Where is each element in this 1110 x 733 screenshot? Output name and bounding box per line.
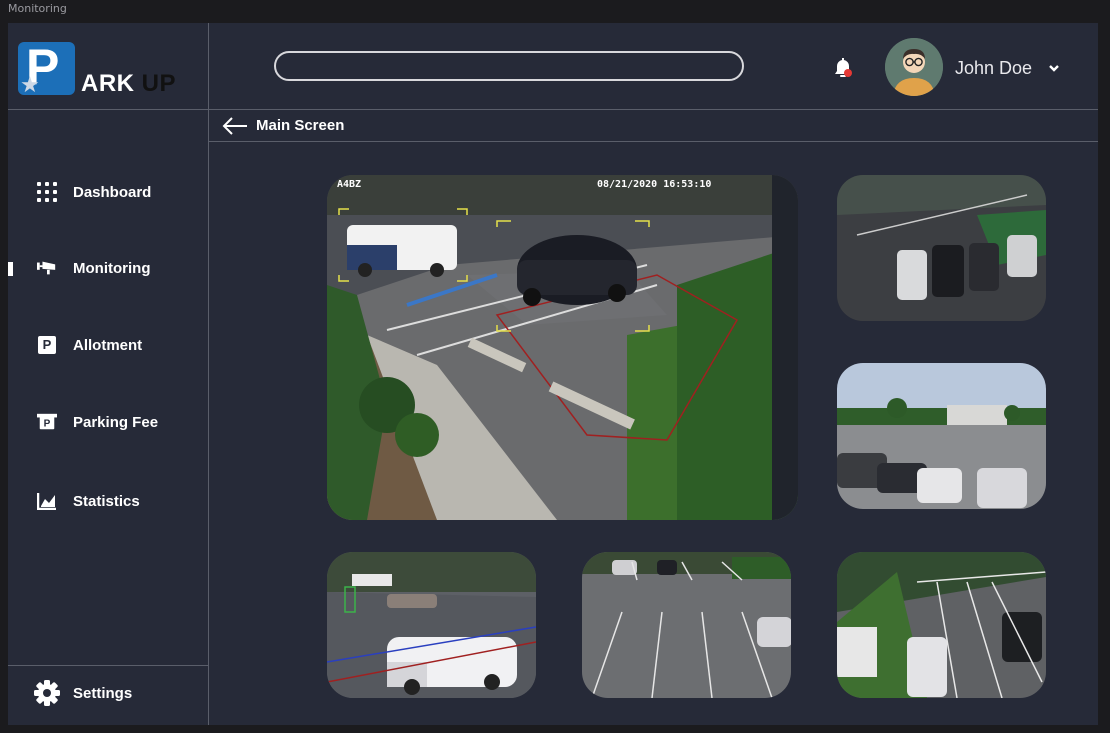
sidebar-item-statistics[interactable]: Statistics bbox=[8, 481, 208, 521]
chart-icon bbox=[37, 491, 57, 511]
sidebar-item-settings[interactable]: Settings bbox=[8, 673, 208, 713]
breadcrumb-label[interactable]: Main Screen bbox=[256, 117, 344, 134]
main-camera-feed[interactable]: A4BZ 08/21/2020 16:53:10 bbox=[327, 175, 798, 520]
notification-bell-icon[interactable] bbox=[833, 57, 853, 79]
sidebar-item-dashboard[interactable]: Dashboard bbox=[8, 172, 208, 212]
parking-icon: P bbox=[37, 335, 57, 355]
user-name[interactable]: John Doe bbox=[955, 58, 1032, 79]
brand-name-part1: ARK bbox=[81, 70, 135, 97]
camera-feed[interactable] bbox=[837, 175, 1046, 321]
grid-icon bbox=[37, 182, 57, 202]
sidebar-item-monitoring[interactable]: Monitoring bbox=[8, 248, 208, 288]
camera-timestamp: 08/21/2020 16:53:10 bbox=[597, 179, 712, 190]
sidebar: P ★ ARK UP Dashboard Monitoring P Allotm… bbox=[8, 23, 209, 725]
app-window: P ★ ARK UP Dashboard Monitoring P Allotm… bbox=[8, 23, 1098, 725]
breadcrumb: Main Screen bbox=[209, 110, 1098, 142]
sidebar-item-label: Dashboard bbox=[73, 183, 152, 201]
parking-ticket-icon: P bbox=[37, 412, 57, 432]
camera-feed[interactable] bbox=[582, 552, 791, 698]
sidebar-item-label: Parking Fee bbox=[73, 413, 159, 431]
logo-badge: P ★ bbox=[18, 39, 75, 97]
divider bbox=[8, 109, 208, 110]
chevron-down-icon[interactable] bbox=[1047, 61, 1061, 75]
camera-feed[interactable] bbox=[837, 552, 1046, 698]
back-arrow-icon[interactable] bbox=[221, 116, 249, 136]
brand-name: ARK UP bbox=[81, 70, 176, 98]
search-input[interactable] bbox=[274, 51, 744, 81]
camera-feed[interactable] bbox=[837, 363, 1046, 509]
star-icon: ★ bbox=[20, 72, 40, 97]
camera-feed[interactable] bbox=[327, 552, 536, 698]
sidebar-item-parking-fee[interactable]: P Parking Fee bbox=[8, 402, 208, 442]
camera-id: A4BZ bbox=[337, 179, 362, 190]
sidebar-item-label: Monitoring bbox=[73, 259, 151, 277]
divider bbox=[8, 665, 208, 666]
sidebar-item-label: Settings bbox=[73, 684, 133, 702]
sidebar-item-label: Allotment bbox=[73, 336, 143, 354]
gear-icon bbox=[32, 678, 62, 708]
sidebar-item-label: Statistics bbox=[73, 492, 140, 510]
top-bar: John Doe bbox=[209, 23, 1098, 110]
svg-text:P: P bbox=[44, 419, 51, 430]
brand-logo[interactable]: P ★ ARK UP bbox=[18, 39, 198, 100]
cctv-camera-icon bbox=[37, 258, 57, 278]
sidebar-item-allotment[interactable]: P Allotment bbox=[8, 325, 208, 365]
brand-name-part2: UP bbox=[141, 70, 177, 97]
avatar[interactable] bbox=[885, 38, 943, 96]
window-title: Monitoring bbox=[8, 2, 67, 15]
